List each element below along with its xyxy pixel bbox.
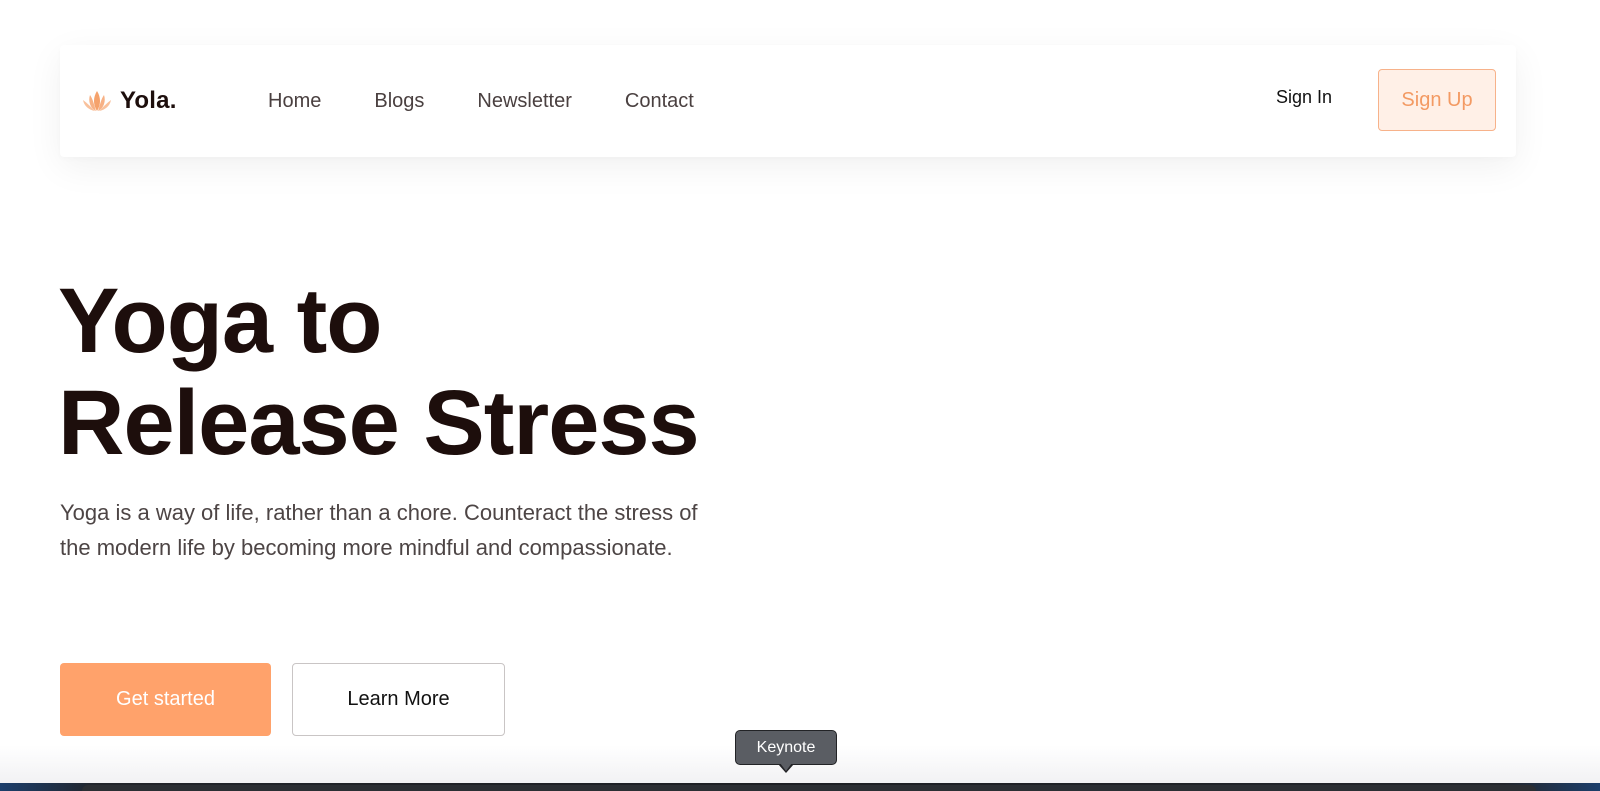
hero-title: Yoga to Release Stress (58, 270, 700, 474)
sign-up-button[interactable]: Sign Up (1378, 69, 1496, 131)
hero-description: Yoga is a way of life, rather than a cho… (60, 500, 698, 560)
dock-bar (82, 785, 1536, 791)
logo[interactable]: Yola. (80, 85, 177, 117)
nav-link-home[interactable]: Home (268, 90, 321, 113)
tooltip-arrow (780, 763, 792, 771)
lotus-icon (80, 88, 114, 114)
nav-links: Home Blogs Newsletter Contact (268, 45, 747, 157)
navbar: Yola. Home Blogs Newsletter Contact Sign… (60, 45, 1516, 157)
get-started-button[interactable]: Get started (60, 663, 271, 736)
page: Yola. Home Blogs Newsletter Contact Sign… (0, 0, 1600, 791)
logo-text: Yola. (120, 87, 177, 114)
nav-link-contact[interactable]: Contact (625, 90, 694, 113)
learn-more-button[interactable]: Learn More (292, 663, 505, 736)
sign-in-link[interactable]: Sign In (1276, 87, 1332, 108)
hero-title-line-1: Yoga to (58, 270, 382, 372)
nav-link-blogs[interactable]: Blogs (374, 90, 424, 113)
nav-link-newsletter[interactable]: Newsletter (477, 90, 571, 113)
hero-title-line-2: Release Stress (58, 372, 700, 474)
dock-tooltip: Keynote (735, 730, 837, 765)
